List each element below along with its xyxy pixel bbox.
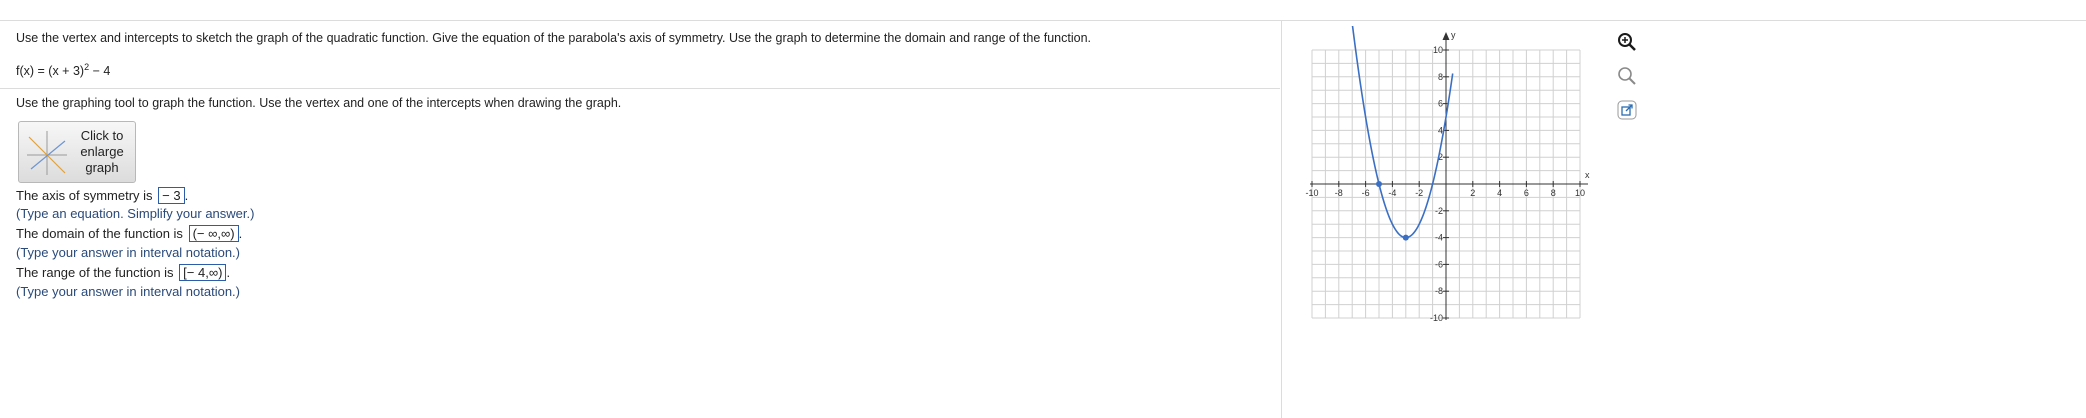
x-tick-label: 10 xyxy=(1575,188,1585,198)
y-tick-label: 10 xyxy=(1433,45,1443,55)
x-tick-label: -6 xyxy=(1362,188,1370,198)
y-tick-label: -6 xyxy=(1435,259,1443,269)
domain-label: The domain of the function is xyxy=(16,226,183,241)
panel-divider xyxy=(1281,21,1282,418)
y-tick-label: -10 xyxy=(1430,313,1443,323)
range-hint: (Type your answer in interval notation.) xyxy=(16,284,240,299)
graph-point xyxy=(1402,234,1409,241)
x-tick-label: -2 xyxy=(1415,188,1423,198)
y-tick-label: 6 xyxy=(1438,99,1443,109)
axis-answer-field[interactable]: − 3 xyxy=(158,187,185,204)
question-divider xyxy=(0,88,1280,89)
x-tick-label: -10 xyxy=(1305,188,1318,198)
x-tick-label: 2 xyxy=(1470,188,1475,198)
popout-icon xyxy=(1617,100,1637,120)
enlarge-graph-button[interactable]: Click to enlarge graph xyxy=(18,121,136,183)
domain-answer-field[interactable]: (− ∞,∞) xyxy=(188,225,239,242)
y-tick-label: -4 xyxy=(1435,233,1443,243)
graph-point xyxy=(1376,181,1382,187)
zoom-out-icon xyxy=(1618,67,1636,85)
axis-label: The axis of symmetry is xyxy=(16,188,153,203)
domain-row: The domain of the function is (− ∞,∞). xyxy=(16,225,243,242)
zoom-in-icon xyxy=(1618,33,1636,51)
x-axis-label: x xyxy=(1585,170,1590,180)
y-axis-label: y xyxy=(1451,30,1456,40)
axis-of-symmetry-row: The axis of symmetry is − 3. xyxy=(16,187,189,204)
zoom-out-button[interactable] xyxy=(1616,65,1638,87)
top-divider xyxy=(0,20,2086,21)
quadratic-graph: xy -10 -8 -6 -4 -2 2 4 6 8 10108642-2-4-6-8-10 xyxy=(1305,26,1590,323)
question-text: Use the vertex and intercepts to sketch … xyxy=(16,31,1092,45)
y-tick-label: 4 xyxy=(1438,125,1443,135)
enlarge-button-label: Click to enlarge graph xyxy=(80,128,124,175)
y-tick-label: 8 xyxy=(1438,72,1443,82)
x-tick-label: 8 xyxy=(1551,188,1556,198)
x-tick-label: -8 xyxy=(1335,188,1343,198)
popout-button[interactable] xyxy=(1616,99,1638,121)
function-constant: − 4 xyxy=(89,64,111,79)
instruction-text: Use the graphing tool to graph the funct… xyxy=(16,96,622,110)
x-tick-label: -4 xyxy=(1388,188,1396,198)
graph-thumbnail-icon xyxy=(27,131,67,175)
y-tick-label: -2 xyxy=(1435,206,1443,216)
y-tick-label: -8 xyxy=(1435,286,1443,296)
range-answer-field[interactable]: [− 4,∞) xyxy=(179,264,227,281)
x-tick-label: 6 xyxy=(1524,188,1529,198)
x-tick-label: 4 xyxy=(1497,188,1502,198)
range-label: The range of the function is xyxy=(16,265,174,280)
function-equation: f(x) = (x + 3)2 − 4 xyxy=(16,62,110,78)
domain-hint: (Type your answer in interval notation.) xyxy=(16,245,240,260)
zoom-in-button[interactable] xyxy=(1616,31,1638,53)
range-row: The range of the function is [− 4,∞). xyxy=(16,264,231,281)
y-axis-arrow xyxy=(1442,32,1450,40)
axis-hint: (Type an equation. Simplify your answer.… xyxy=(16,206,255,221)
function-base: f(x) = (x + 3) xyxy=(16,64,85,79)
